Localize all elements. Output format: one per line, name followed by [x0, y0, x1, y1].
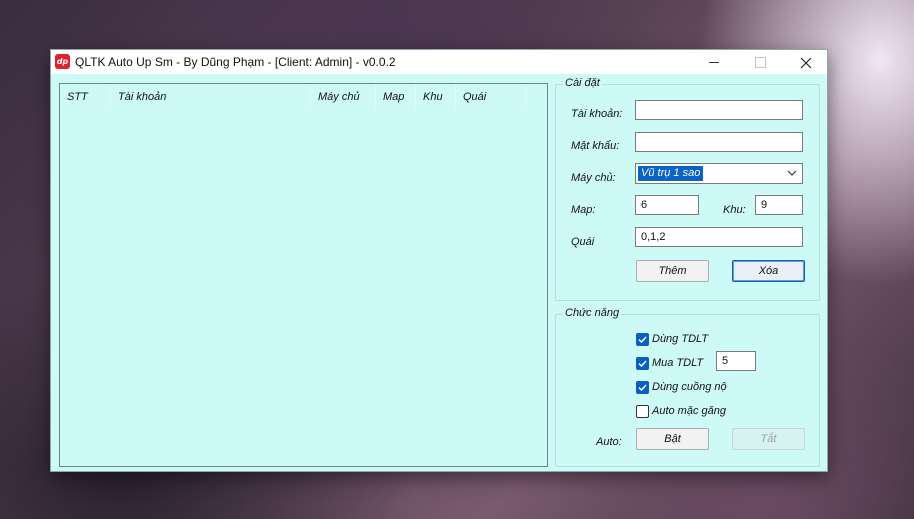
password-input[interactable] [635, 132, 803, 152]
close-icon [800, 57, 812, 68]
column-header-zone[interactable]: Khu [416, 84, 456, 108]
auto-label: Auto: [596, 436, 622, 448]
account-input[interactable] [635, 100, 803, 120]
minimize-icon [709, 61, 719, 63]
auto-gloves-checkbox[interactable] [636, 405, 649, 418]
title-bar[interactable]: dp QLTK Auto Up Sm - By Dũng Phạm - [Cli… [51, 50, 827, 74]
password-label: Mật khẩu: [571, 140, 620, 152]
functions-group-title: Chức năng [563, 307, 622, 319]
column-header-server[interactable]: Máy chủ [311, 84, 376, 108]
map-label: Map: [571, 204, 596, 216]
add-button[interactable]: Thêm [636, 260, 709, 282]
column-header-account[interactable]: Tài khoản [111, 84, 311, 108]
use-rage-label[interactable]: Dùng cuồng nộ [652, 381, 727, 393]
close-button[interactable] [783, 50, 829, 74]
use-tdlt-label[interactable]: Dùng TDLT [652, 333, 708, 345]
functions-group: Chức năng Dùng TDLT Mua TDLT 5 Dùng cuồn… [555, 307, 820, 467]
checkmark-icon [638, 336, 647, 344]
app-logo-icon: dp [55, 54, 70, 69]
window-title: QLTK Auto Up Sm - By Dũng Phạm - [Client… [75, 55, 396, 69]
auto-gloves-label[interactable]: Auto mặc găng [652, 405, 726, 417]
buy-tdlt-checkbox[interactable] [636, 357, 649, 370]
list-header: STT Tài khoản Máy chủ Map Khu Quái [60, 84, 547, 108]
checkmark-icon [638, 384, 647, 392]
column-header-stt[interactable]: STT [60, 84, 111, 108]
monster-input[interactable]: 0,1,2 [635, 227, 803, 247]
settings-group: Cài đặt Tài khoản: Mật khẩu: Máy chủ: Vũ… [555, 77, 820, 301]
account-list[interactable]: STT Tài khoản Máy chủ Map Khu Quái [59, 83, 548, 467]
map-input[interactable]: 6 [635, 195, 699, 215]
buy-tdlt-label[interactable]: Mua TDLT [652, 357, 703, 369]
checkmark-icon [638, 360, 647, 368]
account-label: Tài khoản: [571, 108, 623, 120]
stop-button[interactable]: Tắt [732, 428, 805, 450]
maximize-button[interactable] [737, 50, 783, 74]
delete-button[interactable]: Xóa [732, 260, 805, 282]
column-header-map[interactable]: Map [376, 84, 416, 108]
chevron-down-icon [787, 170, 797, 176]
start-button[interactable]: Bật [636, 428, 709, 450]
buy-tdlt-quantity-input[interactable]: 5 [716, 351, 756, 371]
server-select[interactable]: Vũ trụ 1 sao [635, 163, 803, 184]
app-window: dp QLTK Auto Up Sm - By Dũng Phạm - [Cli… [50, 49, 828, 472]
zone-label: Khu: [723, 204, 746, 216]
maximize-icon [754, 56, 766, 68]
server-label: Máy chủ: [571, 172, 616, 184]
server-selected-value: Vũ trụ 1 sao [638, 166, 704, 181]
use-tdlt-checkbox[interactable] [636, 333, 649, 346]
settings-group-title: Cài đặt [563, 77, 602, 89]
zone-input[interactable]: 9 [755, 195, 803, 215]
column-header-monster[interactable]: Quái [456, 84, 526, 108]
use-rage-checkbox[interactable] [636, 381, 649, 394]
monster-label: Quái [571, 236, 595, 248]
minimize-button[interactable] [691, 50, 737, 74]
